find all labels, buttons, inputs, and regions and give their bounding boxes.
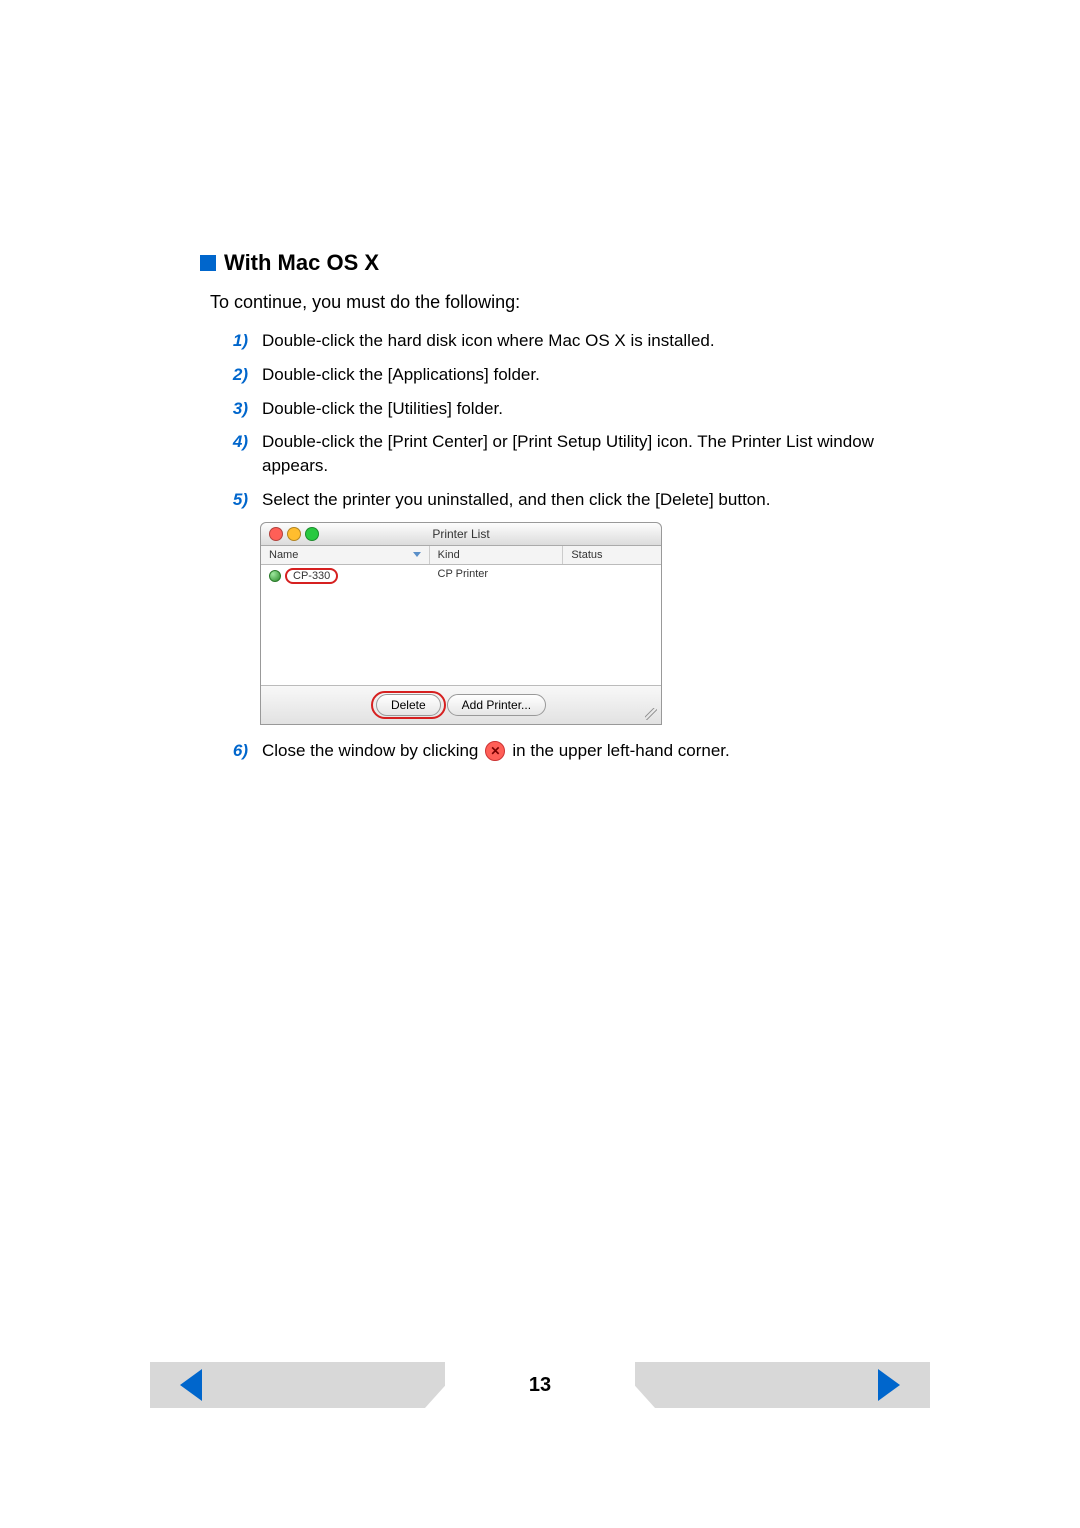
delete-button-highlight: Delete bbox=[376, 694, 441, 716]
step-text: Select the printer you uninstalled, and … bbox=[262, 488, 930, 512]
step-item: 5) Select the printer you uninstalled, a… bbox=[220, 488, 930, 512]
close-icon[interactable] bbox=[269, 527, 283, 541]
cell-status bbox=[563, 568, 661, 584]
page-navigation: 13 bbox=[150, 1362, 930, 1408]
table-body: CP-330 CP Printer bbox=[261, 565, 661, 686]
column-header-name[interactable]: Name bbox=[261, 546, 430, 564]
step-number: 4) bbox=[220, 430, 248, 478]
nav-right-segment bbox=[635, 1362, 930, 1408]
page-number: 13 bbox=[529, 1374, 551, 1397]
intro-text: To continue, you must do the following: bbox=[210, 292, 930, 313]
close-window-icon: ✕ bbox=[485, 741, 505, 761]
table-header: Name Kind Status bbox=[261, 546, 661, 565]
step-item: 6) Close the window by clicking ✕ in the… bbox=[220, 739, 930, 763]
window-title: Printer List bbox=[261, 527, 661, 541]
sort-indicator-icon bbox=[413, 552, 421, 557]
steps-list: 1) Double-click the hard disk icon where… bbox=[220, 329, 930, 512]
highlighted-printer-name: CP-330 bbox=[285, 568, 338, 584]
previous-page-icon[interactable] bbox=[180, 1369, 202, 1401]
step-item: 2) Double-click the [Applications] folde… bbox=[220, 363, 930, 387]
heading-text: With Mac OS X bbox=[224, 250, 379, 276]
section-heading: With Mac OS X bbox=[200, 250, 930, 276]
window-footer: Delete Add Printer... bbox=[261, 686, 661, 724]
zoom-icon[interactable] bbox=[305, 527, 319, 541]
table-row[interactable]: CP-330 CP Printer bbox=[261, 565, 661, 587]
next-page-icon[interactable] bbox=[878, 1369, 900, 1401]
default-printer-icon bbox=[269, 570, 281, 582]
step-item: 4) Double-click the [Print Center] or [P… bbox=[220, 430, 930, 478]
steps-list-continued: 6) Close the window by clicking ✕ in the… bbox=[220, 739, 930, 763]
step-number: 1) bbox=[220, 329, 248, 353]
printer-list-window: Printer List Name Kind Status CP-330 CP … bbox=[260, 522, 662, 725]
step-number: 6) bbox=[220, 739, 248, 763]
page-number-notch: 13 bbox=[425, 1362, 655, 1408]
resize-grip-icon[interactable] bbox=[645, 708, 657, 720]
step-text: Double-click the hard disk icon where Ma… bbox=[262, 329, 930, 353]
embedded-screenshot: Printer List Name Kind Status CP-330 CP … bbox=[260, 522, 930, 725]
cell-kind: CP Printer bbox=[430, 568, 563, 584]
column-header-kind[interactable]: Kind bbox=[430, 546, 564, 564]
window-titlebar: Printer List bbox=[261, 523, 661, 546]
traffic-lights bbox=[269, 527, 319, 541]
delete-button[interactable]: Delete bbox=[376, 694, 441, 716]
minimize-icon[interactable] bbox=[287, 527, 301, 541]
step-text: Close the window by clicking ✕ in the up… bbox=[262, 739, 930, 763]
column-header-status[interactable]: Status bbox=[563, 546, 661, 564]
step-text: Double-click the [Print Center] or [Prin… bbox=[262, 430, 930, 478]
step-number: 5) bbox=[220, 488, 248, 512]
heading-bullet-icon bbox=[200, 255, 216, 271]
step-item: 1) Double-click the hard disk icon where… bbox=[220, 329, 930, 353]
document-page: With Mac OS X To continue, you must do t… bbox=[0, 0, 1080, 763]
step-item: 3) Double-click the [Utilities] folder. bbox=[220, 397, 930, 421]
nav-left-segment bbox=[150, 1362, 445, 1408]
step-number: 2) bbox=[220, 363, 248, 387]
step-text: Double-click the [Applications] folder. bbox=[262, 363, 930, 387]
cell-name: CP-330 bbox=[261, 568, 430, 584]
add-printer-button[interactable]: Add Printer... bbox=[447, 694, 546, 716]
step-number: 3) bbox=[220, 397, 248, 421]
step-text: Double-click the [Utilities] folder. bbox=[262, 397, 930, 421]
